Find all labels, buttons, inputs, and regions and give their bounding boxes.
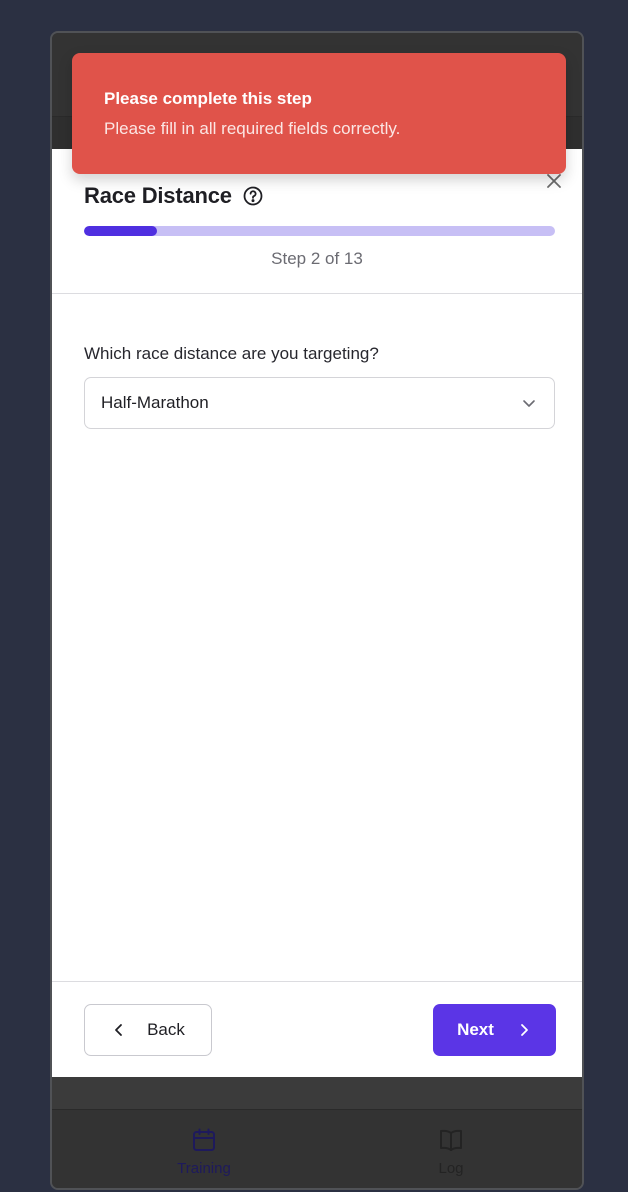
next-button-label: Next [457, 1020, 494, 1039]
next-button[interactable]: Next [433, 1004, 556, 1056]
app-frame: Race Distance Step 2 of 13 Which race di… [50, 31, 584, 1190]
progress-fill [84, 226, 157, 236]
content-overlay-bottom [52, 1077, 582, 1109]
title-row: Race Distance [84, 183, 264, 209]
select-value: Half-Marathon [101, 393, 209, 412]
chevron-down-icon [520, 394, 538, 412]
tab-training[interactable]: Training [144, 1126, 264, 1177]
tab-log-label: Log [438, 1160, 464, 1177]
race-distance-select[interactable]: Half-Marathon [84, 377, 555, 429]
progress-bar [84, 226, 555, 236]
header-divider [52, 293, 582, 294]
chevron-left-icon [111, 1022, 127, 1038]
toast-message: Please fill in all required fields corre… [104, 119, 401, 138]
tab-training-label: Training [177, 1160, 231, 1177]
tab-log[interactable]: Log [391, 1126, 511, 1177]
back-button-label: Back [147, 1020, 185, 1039]
calendar-icon [190, 1126, 218, 1154]
back-button[interactable]: Back [84, 1004, 212, 1056]
question-label: Which race distance are you targeting? [84, 344, 379, 363]
tab-bar: Training Log [52, 1109, 582, 1188]
wizard-modal: Race Distance Step 2 of 13 Which race di… [52, 149, 582, 1077]
help-circle-icon[interactable] [242, 185, 264, 207]
book-icon [437, 1126, 465, 1154]
modal-title: Race Distance [84, 183, 232, 208]
footer-divider [52, 981, 582, 982]
error-toast[interactable]: Please complete this step Please fill in… [72, 53, 566, 174]
step-indicator: Step 2 of 13 [271, 249, 363, 268]
toast-title: Please complete this step [104, 89, 312, 108]
close-icon[interactable] [544, 171, 564, 191]
chevron-right-icon [516, 1022, 532, 1038]
